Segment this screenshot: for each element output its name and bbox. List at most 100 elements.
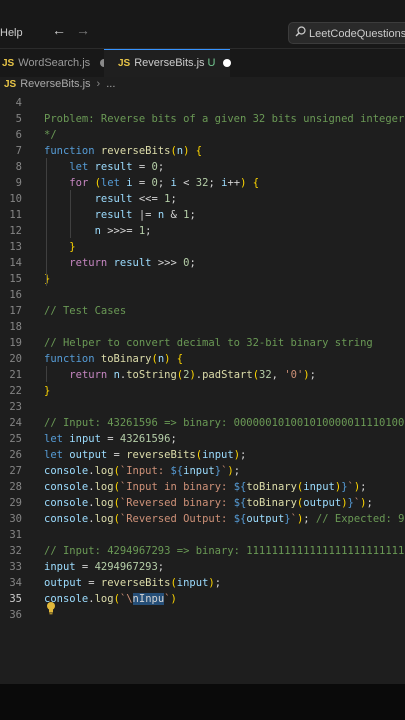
javascript-file-icon: JS — [2, 58, 15, 69]
code-line[interactable]: 35 console.log(`\nInpu`) — [0, 591, 405, 607]
code-token: 32 — [195, 177, 209, 189]
code-token: ; — [145, 225, 152, 237]
code-text: } — [44, 383, 50, 399]
code-line[interactable]: 22} — [0, 383, 405, 399]
code-line[interactable]: 17 // Test Cases — [0, 303, 405, 319]
line-number: 26 — [9, 449, 22, 461]
lightbulb-icon[interactable] — [45, 601, 57, 615]
code-line[interactable]: 34 output = reverseBits(input); — [0, 575, 405, 591]
code-line[interactable]: 14 return result >>> 0; — [0, 255, 405, 271]
code-line[interactable]: 19 // Helper to convert decimal to 32-bit… — [0, 335, 405, 351]
code-token: = — [132, 161, 152, 173]
code-token: result — [94, 161, 133, 173]
code-line[interactable]: 20 function toBinary(n) { — [0, 351, 405, 367]
code-text: let output = reverseBits(input); — [44, 447, 246, 463]
line-number: 7 — [15, 145, 22, 157]
code-token: , — [271, 369, 285, 381]
code-line[interactable]: 6 */ — [0, 127, 405, 143]
code-line[interactable]: 26 let output = reverseBits(input); — [0, 447, 405, 463]
bottom-panel — [0, 684, 405, 720]
code-line[interactable]: 30 console.log(`Reversed Output: ${output… — [0, 511, 405, 527]
line-number: 11 — [9, 209, 22, 221]
line-number: 31 — [9, 529, 22, 541]
code-token: `Reversed Output: — [119, 513, 234, 525]
code-token: ; — [170, 433, 177, 445]
code-token: result — [113, 257, 152, 269]
code-line[interactable]: 31 — [0, 527, 405, 543]
search-icon — [295, 26, 309, 40]
code-token: reverseBits — [100, 145, 171, 157]
command-center-search[interactable]: LeetCodeQuestions — [288, 22, 405, 44]
code-token: let — [100, 177, 127, 189]
code-text: result |= n & 1; — [44, 207, 196, 223]
javascript-file-icon: JS — [118, 58, 131, 69]
code-line[interactable]: 16 — [0, 287, 405, 303]
code-line[interactable]: 18 — [0, 319, 405, 335]
line-number: 25 — [9, 433, 22, 445]
tab-wordsearch[interactable]: JS WordSearch.js — [0, 49, 109, 77]
code-line[interactable]: 8 let result = 0; — [0, 159, 405, 175]
code-text: output = reverseBits(input); — [44, 575, 221, 591]
code-line[interactable]: 15} — [0, 271, 405, 287]
code-line[interactable]: 28 console.log(`Input in binary: ${toBina… — [0, 479, 405, 495]
code-token: output — [44, 577, 82, 589]
code-text: return n.toString(2).padStart(32, '0'); — [44, 367, 316, 383]
code-token: function — [44, 353, 101, 365]
code-token: input — [176, 577, 209, 589]
line-number: 29 — [9, 497, 22, 509]
code-line[interactable]: 32 // Input: 4294967293 => binary: 111111… — [0, 543, 405, 559]
unsaved-dot-icon[interactable] — [223, 59, 232, 68]
code-token: <<= — [132, 193, 165, 205]
search-label: LeetCodeQuestions — [309, 28, 405, 40]
code-line[interactable]: 27 console.log(`Input: ${input}`); — [0, 463, 405, 479]
code-token: log — [94, 593, 114, 605]
code-line[interactable]: 7 function reverseBits(n) { — [0, 143, 405, 159]
code-line[interactable]: 11 result |= n & 1; — [0, 207, 405, 223]
code-editor[interactable]: 4 5 Problem: Reverse bits of a given 32 bi… — [0, 95, 405, 685]
menu-help[interactable]: Help — [0, 27, 23, 39]
code-token: |= — [132, 209, 158, 221]
code-token: ; — [233, 465, 241, 477]
code-line[interactable]: 23 — [0, 399, 405, 415]
code-text: Problem: Reverse bits of a given 32 bits… — [44, 111, 405, 127]
code-token: Problem: Reverse bits of a given 32 bits… — [44, 113, 405, 125]
code-token: result — [94, 209, 133, 221]
code-line[interactable]: 9 for (let i = 0; i < 32; i++) { — [0, 175, 405, 191]
code-text: console.log(`Reversed Output: ${output}`… — [44, 511, 405, 527]
code-line[interactable]: 13 } — [0, 239, 405, 255]
code-line[interactable]: 12 n >>>= 1; — [0, 223, 405, 239]
code-token: output — [303, 497, 342, 509]
code-token: let — [44, 449, 70, 461]
breadcrumb-file[interactable]: ReverseBits.js — [20, 78, 90, 90]
code-token: nInpu — [132, 593, 165, 605]
code-text: console.log(`Input: ${input}`); — [44, 463, 240, 479]
line-number: 30 — [9, 513, 22, 525]
code-line[interactable]: 21 return n.toString(2).padStart(32, '0'… — [0, 367, 405, 383]
code-line[interactable]: 36 — [0, 607, 405, 623]
code-line[interactable]: 24 // Input: 43261596 => binary: 00000010… — [0, 415, 405, 431]
code-token: console — [44, 481, 89, 493]
code-line[interactable]: 5 Problem: Reverse bits of a given 32 bit… — [0, 111, 405, 127]
code-token: 32 — [259, 369, 272, 381]
code-token: = — [132, 177, 152, 189]
code-token: input — [69, 433, 101, 445]
code-line[interactable]: 4 — [0, 95, 405, 111]
code-line[interactable]: 33 input = 4294967293; — [0, 559, 405, 575]
code-token: input — [183, 465, 215, 477]
code-token: ++ — [227, 177, 241, 189]
code-token: ${ — [233, 497, 247, 509]
indent-guide — [46, 158, 47, 286]
code-token: `Input: — [119, 465, 171, 477]
line-number: 4 — [15, 97, 22, 109]
tab-reversebits[interactable]: JS ReverseBits.js U — [104, 49, 232, 77]
forward-arrow-icon[interactable]: → — [76, 22, 90, 38]
breadcrumb-symbol[interactable]: ... — [106, 78, 115, 90]
code-line[interactable]: 29 console.log(`Reversed binary: ${toBina… — [0, 495, 405, 511]
code-token: ; — [303, 513, 316, 525]
line-number: 20 — [9, 353, 22, 365]
code-line[interactable]: 25 let input = 43261596; — [0, 431, 405, 447]
code-line[interactable]: 10 result <<= 1; — [0, 191, 405, 207]
back-arrow-icon[interactable]: ← — [52, 22, 66, 38]
